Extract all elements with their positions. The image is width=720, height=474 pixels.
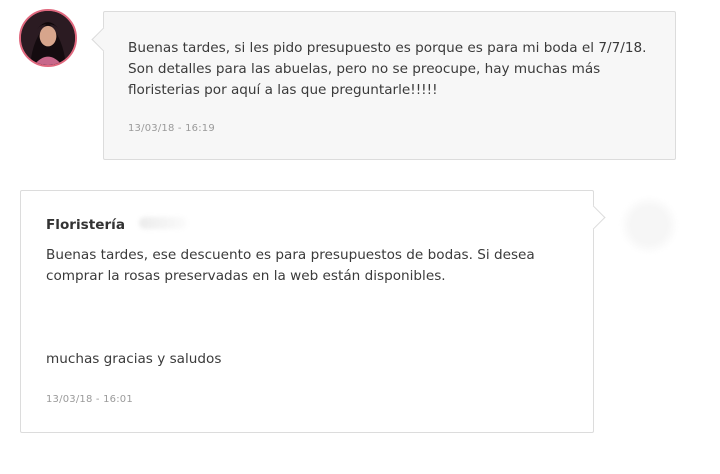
sender-name[interactable]: Floristería [46, 217, 125, 233]
client-avatar[interactable] [19, 9, 77, 67]
vendor-message-timestamp: 13/03/18 - 16:01 [46, 394, 133, 405]
client-avatar-image [21, 11, 75, 65]
blurred-sender-detail [139, 217, 187, 229]
vendor-message-text: Buenas tardes, ese descuento es para pre… [46, 247, 535, 284]
client-message-text: Buenas tardes, si les pido presupuesto e… [128, 40, 647, 98]
bubble-tail [581, 205, 606, 230]
message-thread: Buenas tardes, si les pido presupuesto e… [0, 0, 720, 474]
client-message-timestamp: 13/03/18 - 16:19 [128, 123, 215, 134]
sender-row: Floristería [46, 217, 568, 239]
vendor-message-bubble: Floristería Buenas tardes, ese descuento… [20, 190, 606, 433]
vendor-avatar[interactable] [620, 196, 678, 254]
client-message-bubble: Buenas tardes, si les pido presupuesto e… [91, 11, 676, 160]
vendor-message-signoff: muchas gracias y saludos [46, 351, 222, 367]
bubble-tail [91, 27, 116, 52]
